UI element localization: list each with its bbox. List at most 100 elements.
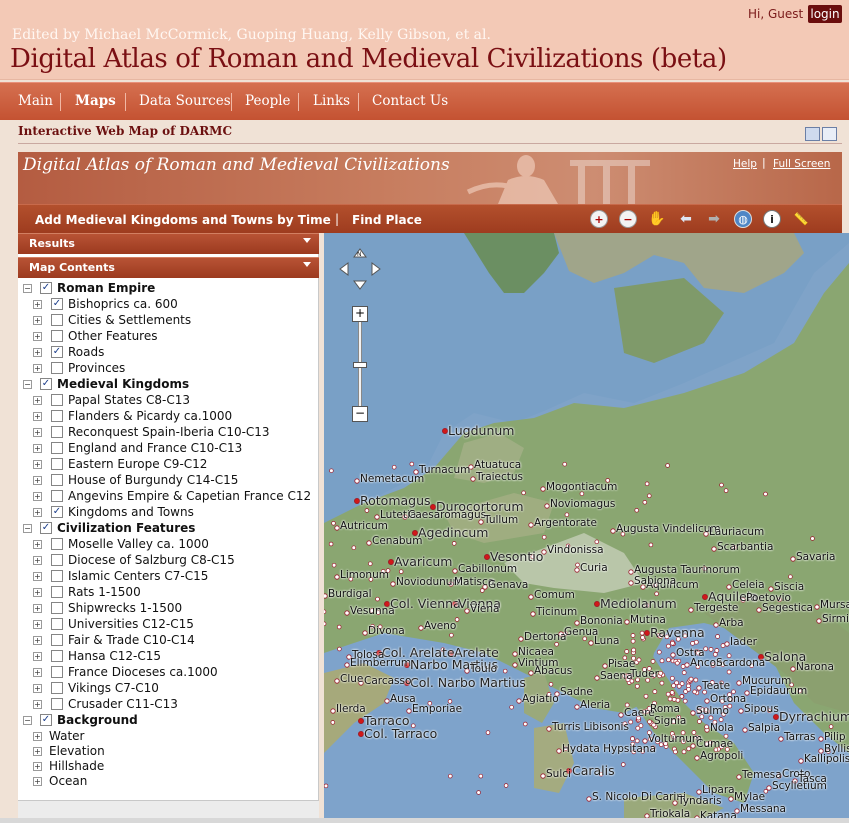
place-marker[interactable] bbox=[618, 712, 624, 718]
place-marker[interactable] bbox=[388, 558, 395, 565]
collapse-toggle[interactable]: − bbox=[23, 716, 32, 725]
expand-toggle[interactable]: + bbox=[33, 316, 42, 325]
place-marker[interactable] bbox=[742, 727, 748, 733]
place-label[interactable]: Tyndaris bbox=[678, 795, 721, 807]
place-label[interactable]: Clue bbox=[340, 673, 363, 685]
place-label[interactable]: Caralis bbox=[572, 763, 615, 778]
nav-item-people[interactable]: People bbox=[245, 93, 291, 109]
layer-checkbox[interactable] bbox=[51, 410, 63, 422]
place-marker[interactable] bbox=[669, 690, 675, 695]
place-label[interactable]: Scardona bbox=[716, 657, 765, 669]
place-marker[interactable] bbox=[540, 486, 546, 492]
help-link[interactable]: Help bbox=[733, 158, 757, 170]
place-marker[interactable] bbox=[814, 604, 820, 610]
place-marker[interactable] bbox=[364, 508, 370, 513]
zoom-thumb[interactable] bbox=[353, 362, 367, 368]
place-label[interactable]: Teate bbox=[702, 680, 730, 692]
place-label[interactable]: Pilip bbox=[824, 731, 846, 743]
place-label[interactable]: Hydata Hypsitana bbox=[562, 743, 656, 755]
place-marker[interactable] bbox=[719, 482, 724, 488]
expand-toggle[interactable]: + bbox=[33, 444, 42, 453]
place-marker[interactable] bbox=[418, 625, 424, 631]
place-marker[interactable] bbox=[674, 680, 679, 686]
place-label[interactable]: Nemetacum bbox=[360, 473, 424, 485]
place-label[interactable]: Cabillonum bbox=[458, 563, 517, 575]
place-marker[interactable] bbox=[328, 541, 334, 547]
place-label[interactable]: Genava bbox=[488, 579, 528, 591]
place-marker[interactable] bbox=[718, 717, 724, 722]
place-marker[interactable] bbox=[636, 657, 642, 663]
place-marker[interactable] bbox=[516, 698, 522, 704]
place-label[interactable]: Curia bbox=[580, 562, 608, 574]
popup-window-icon[interactable] bbox=[822, 127, 837, 141]
layer-checkbox[interactable]: ✓ bbox=[40, 378, 52, 390]
layer-checkbox[interactable]: ✓ bbox=[51, 298, 63, 310]
place-marker[interactable] bbox=[631, 647, 636, 653]
place-marker[interactable] bbox=[659, 680, 665, 686]
layer-checkbox[interactable] bbox=[51, 458, 63, 470]
place-label[interactable]: Iader bbox=[730, 636, 757, 648]
back-arrow-icon[interactable]: ⬅ bbox=[677, 210, 695, 228]
place-marker[interactable] bbox=[684, 662, 690, 668]
place-marker[interactable] bbox=[818, 736, 824, 742]
place-marker[interactable] bbox=[643, 693, 649, 699]
place-marker[interactable] bbox=[816, 618, 822, 624]
place-label[interactable]: Sipous bbox=[744, 703, 779, 715]
zoom-slider[interactable]: + − bbox=[352, 306, 368, 422]
layer-checkbox[interactable] bbox=[51, 554, 63, 566]
place-marker[interactable] bbox=[518, 636, 524, 642]
place-marker[interactable] bbox=[476, 790, 481, 795]
place-marker[interactable] bbox=[594, 675, 600, 681]
place-label[interactable]: Ravenna bbox=[650, 625, 705, 640]
place-marker[interactable] bbox=[548, 682, 554, 687]
expand-toggle[interactable]: + bbox=[33, 348, 42, 357]
place-label[interactable]: Emporiae bbox=[412, 703, 462, 715]
place-label[interactable]: Lugdunum bbox=[448, 423, 514, 438]
expand-toggle[interactable]: + bbox=[33, 364, 42, 373]
place-label[interactable]: Messana bbox=[740, 803, 786, 815]
expand-toggle[interactable]: + bbox=[33, 604, 42, 613]
place-marker[interactable] bbox=[544, 503, 550, 509]
place-marker[interactable] bbox=[610, 528, 616, 534]
expand-toggle[interactable]: + bbox=[33, 762, 42, 771]
expand-toggle[interactable]: + bbox=[33, 636, 42, 645]
layer-checkbox[interactable] bbox=[51, 394, 63, 406]
place-marker[interactable] bbox=[512, 662, 518, 668]
place-marker[interactable] bbox=[712, 652, 718, 657]
place-label[interactable]: Caesaromagus bbox=[408, 509, 486, 521]
place-label[interactable]: Avaricum bbox=[394, 554, 452, 569]
place-marker[interactable] bbox=[694, 755, 700, 761]
place-label[interactable]: Byllis bbox=[824, 743, 849, 755]
place-label[interactable]: Epidaurum bbox=[750, 685, 807, 697]
place-marker[interactable] bbox=[658, 670, 664, 676]
info-icon[interactable]: i bbox=[763, 210, 781, 228]
place-marker[interactable] bbox=[512, 651, 518, 657]
place-label[interactable]: Autricum bbox=[340, 520, 388, 532]
place-label[interactable]: Traiectus bbox=[476, 471, 523, 483]
place-marker[interactable] bbox=[736, 774, 742, 780]
layer-checkbox[interactable] bbox=[51, 314, 63, 326]
place-marker[interactable] bbox=[676, 683, 682, 689]
place-marker[interactable] bbox=[648, 542, 654, 548]
expand-toggle[interactable]: + bbox=[33, 556, 42, 565]
place-label[interactable]: Turris Libisonis bbox=[552, 721, 629, 733]
place-marker[interactable] bbox=[788, 574, 793, 579]
place-label[interactable]: Comum bbox=[534, 589, 575, 601]
place-label[interactable]: Vindonissa bbox=[547, 544, 604, 556]
collapse-toggle[interactable]: − bbox=[23, 284, 32, 293]
place-label[interactable]: Burdigal bbox=[328, 588, 372, 600]
place-label[interactable]: Agropoli bbox=[700, 750, 743, 762]
place-marker[interactable] bbox=[521, 490, 526, 496]
place-marker[interactable] bbox=[763, 491, 768, 497]
place-label[interactable]: Vesontio bbox=[490, 549, 543, 564]
place-label[interactable]: Cenabum bbox=[372, 535, 422, 547]
place-marker[interactable] bbox=[656, 649, 662, 655]
collapse-toggle[interactable]: − bbox=[23, 524, 32, 533]
place-marker[interactable] bbox=[503, 783, 509, 788]
place-marker[interactable] bbox=[390, 581, 396, 587]
place-marker[interactable] bbox=[790, 556, 796, 562]
place-marker[interactable] bbox=[728, 796, 734, 802]
place-marker[interactable] bbox=[452, 568, 458, 574]
place-marker[interactable] bbox=[540, 773, 546, 779]
place-label[interactable]: Sulmo bbox=[696, 705, 729, 717]
